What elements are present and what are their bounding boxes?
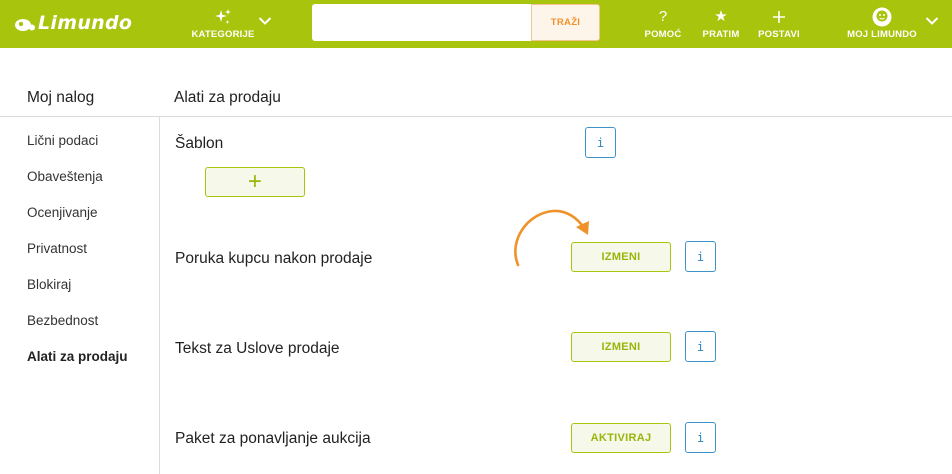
categories-label: KATEGORIJE bbox=[191, 29, 255, 40]
sidebar-item-obavestenja[interactable]: Obaveštenja bbox=[27, 169, 128, 205]
info-button-poruka-kupcu[interactable]: i bbox=[685, 241, 716, 272]
categories-menu[interactable]: KATEGORIJE bbox=[191, 0, 255, 48]
info-button-paket-ponavljanje[interactable]: i bbox=[685, 422, 716, 453]
sidebar-item-licni-podaci[interactable]: Lični podaci bbox=[27, 133, 128, 169]
sidebar-item-privatnost[interactable]: Privatnost bbox=[27, 241, 128, 277]
plus-icon bbox=[772, 8, 786, 26]
sidebar-item-blokiraj[interactable]: Blokiraj bbox=[27, 277, 128, 313]
page-title: Alati za prodaju bbox=[174, 89, 281, 106]
post-link[interactable]: POSTAVI bbox=[757, 0, 801, 48]
vertical-divider bbox=[159, 116, 160, 474]
sparkle-icon bbox=[214, 8, 232, 26]
section-label-paket-ponavljanje: Paket za ponavljanje aukcija bbox=[175, 430, 371, 447]
sidebar-title: Moj nalog bbox=[27, 89, 95, 106]
limundo-logo-mark-icon bbox=[15, 19, 35, 31]
post-label: POSTAVI bbox=[758, 29, 800, 40]
section-label-poruka-kupcu: Poruka kupcu nakon prodaje bbox=[175, 250, 373, 267]
limundo-logo[interactable]: Limundo bbox=[14, 10, 132, 36]
top-navigation-bar: Limundo KATEGORIJE TRAŽI ? POMOĆ ★ PRATI… bbox=[0, 0, 952, 48]
sidebar-menu: Lični podaci Obaveštenja Ocenjivanje Pri… bbox=[27, 133, 128, 385]
search-button[interactable]: TRAŽI bbox=[531, 4, 600, 41]
search-input[interactable] bbox=[312, 4, 531, 41]
sidebar-item-bezbednost[interactable]: Bezbednost bbox=[27, 313, 128, 349]
section-label-sablon: Šablon bbox=[175, 135, 224, 152]
info-button-uslovi-prodaje[interactable]: i bbox=[685, 331, 716, 362]
add-template-button[interactable]: + bbox=[205, 167, 305, 197]
avatar bbox=[872, 7, 892, 27]
follow-link[interactable]: ★ PRATIM bbox=[700, 0, 742, 48]
my-limundo-menu[interactable]: MOJ LIMUNDO bbox=[843, 0, 921, 48]
chevron-down-icon[interactable] bbox=[258, 16, 272, 26]
edit-sales-terms-button[interactable]: IZMENI bbox=[571, 332, 671, 362]
sidebar-item-ocenjivanje[interactable]: Ocenjivanje bbox=[27, 205, 128, 241]
curved-arrow-icon bbox=[514, 209, 589, 267]
info-button-sablon[interactable]: i bbox=[585, 127, 616, 158]
my-limundo-label: MOJ LIMUNDO bbox=[847, 29, 917, 40]
activate-repeat-package-button[interactable]: AKTIVIRAJ bbox=[571, 423, 671, 453]
plus-icon: + bbox=[247, 168, 263, 195]
sidebar-item-alati-za-prodaju[interactable]: Alati za prodaju bbox=[27, 349, 128, 385]
help-label: POMOĆ bbox=[644, 29, 682, 40]
horizontal-divider bbox=[0, 116, 952, 117]
section-label-uslovi-prodaje: Tekst za Uslove prodaje bbox=[175, 340, 340, 357]
question-mark-icon: ? bbox=[658, 8, 668, 25]
chevron-down-icon[interactable] bbox=[925, 16, 939, 26]
help-link[interactable]: ? POMOĆ bbox=[642, 0, 684, 48]
follow-label: PRATIM bbox=[702, 29, 740, 40]
star-icon: ★ bbox=[714, 8, 728, 25]
logo-text: Limundo bbox=[38, 12, 133, 34]
